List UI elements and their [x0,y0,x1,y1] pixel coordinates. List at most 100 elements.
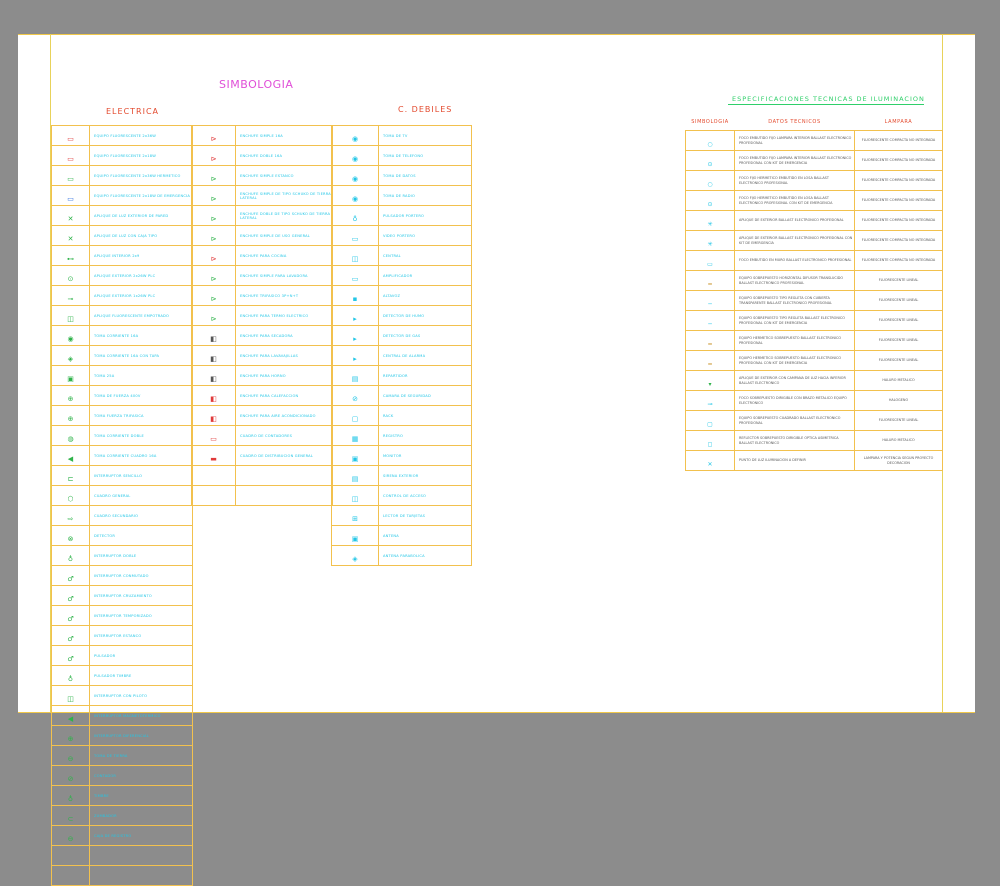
lamp-symbol-icon: ◻ [707,441,713,448]
symbol-cell: ⇨ [51,505,90,526]
spec-symbol-cell: ⊸ [685,390,735,411]
symbol-cell: ⊕ [51,405,90,426]
spec-row: ━ EQUIPO HERMETICO SOBREPUESTO BALLAST EL… [685,330,943,351]
spec-data-cell: EQUIPO SOBREPUESTO TIPO REGLETA CON CUBI… [734,290,855,311]
symbol-cell: ▸ [331,305,379,326]
symbol-icon: ✕ [67,215,74,223]
description-cell: CUADRO SECUNDARIO [89,505,193,526]
lamp-symbol-icon: ━ [708,361,712,368]
symbol-cell: ⊳ [191,225,236,246]
frame-top-line [18,34,975,35]
symbol-cell: ⊂ [51,805,90,826]
spec-symbol-cell: ▢ [685,410,735,431]
symbol-icon: ◧ [210,375,217,383]
description-cell: TOMA DE TV [378,125,472,146]
symbol-cell: ♂ [51,645,90,666]
description-cell: APLIQUE INTERIOR 2x9 [89,245,193,266]
symbol-icon: ◉ [351,175,359,183]
symbol-icon: ◀ [67,455,74,463]
description-cell: ENCHUFE PARA TERMO ELECTRICO [235,305,333,326]
symbol-icon: ⊞ [352,515,358,523]
debiles-row: ◫ CONTROL DE ACCESO [331,485,472,506]
description-cell: REGISTRO [378,425,472,446]
debiles-row: ▸ CENTRAL DE ALARMA [331,345,472,366]
symbol-icon: ♁ [67,675,74,683]
description-cell: SIRENA EXTERIOR [378,465,472,486]
symbol-icon: ◉ [351,135,359,143]
debiles-table: ◉ TOMA DE TV ◉ TOMA DE TELEFONO ◉ TOMA DE DAT… [331,125,472,566]
spec-data-cell: FOCO EMBUTIDO FIJO LAMPARA INTERIOR BALL… [734,150,855,171]
symbol-icon: ⊳ [210,155,217,163]
description-cell [235,465,333,486]
symbol-cell: ◉ [331,165,379,186]
spec-lamp-cell: FLUORESCENTE LINEAL [854,350,943,371]
description-cell: ENCHUFE SIMPLE ESTANCO [235,165,333,186]
symbol-cell: ◀ [51,445,90,466]
spec-data-cell: FOCO FIJO HERMETICO EMBUTIDO EN LOSA BAL… [734,170,855,191]
description-cell: APLIQUE FLUORESCENTE EMPOTRADO [89,305,193,326]
description-cell: CUADRO GENERAL [89,485,193,506]
description-cell: PULSADOR TIMBRE [89,665,193,686]
spec-symbol-cell: ⊙ [685,150,735,171]
description-cell: INTERRUPTOR SENCILLO [89,465,193,486]
electrica-table-1: ▭ EQUIPO FLUORESCENTE 2x36W ▭ EQUIPO FLUORE… [51,125,193,886]
symbol-icon: ◀ [67,715,74,723]
symbol-icon: ◧ [210,355,217,363]
description-cell: TOMA DE DATOS [378,165,472,186]
symbol-cell: ▣ [331,445,379,466]
symbol-icon: ◫ [67,695,74,703]
electrica-row: ♁ TIMBRE [51,785,193,806]
spec-lamp-cell: FLUORESCENTE LINEAL [854,410,943,431]
symbol-cell: ▤ [331,465,379,486]
symbol-icon: ⊏ [67,475,74,483]
symbol-icon: ⊗ [67,535,74,543]
symbol-cell: ◧ [191,385,236,406]
description-cell: ENCHUFE SIMPLE DE TIPO SCHUKO DE TIERRA … [235,185,333,206]
description-cell: INTERRUPTOR CRUZAMIENTO [89,585,193,606]
symbol-cell: ⊖ [51,825,90,846]
symbol-icon: ⊳ [210,315,217,323]
symbol-cell: ◧ [191,405,236,426]
symbol-icon: ⊳ [210,175,217,183]
description-cell [235,485,333,506]
spec-symbol-cell: ─ [685,310,735,331]
symbol-cell: ⊕ [51,385,90,406]
description-cell: DETECTOR [89,525,193,546]
electrica-row: ◈ TOMA CORRIENTE 16A CON TAPA [51,345,193,366]
spec-data-cell: FOCO EMBUTIDO FIJO LAMPARA INTERIOR BALL… [734,130,855,151]
symbol-cell: ⊙ [51,265,90,286]
electrica-row: ⊳ ENCHUFE PARA COCINA [191,245,333,266]
spec-data-cell: EQUIPO HERMETICO SOBREPUESTO BALLAST ELE… [734,330,855,351]
description-cell: ENCHUFE PARA HORNO [235,365,333,386]
spec-row: ▾ APLIQUE DE EXTERIOR CON CAMPANA DE LUZ … [685,370,943,391]
symbol-icon: ⊳ [210,255,217,263]
electrica-row: ◍ TOMA CORRIENTE DOBLE [51,425,193,446]
header-lampara: LAMPARA [884,119,913,125]
description-cell: EQUIPO FLUORESCENTE 2x36W [89,125,193,146]
electrica-row: ◧ ENCHUFE PARA AIRE ACONDICIONADO [191,405,333,426]
electrica-row [191,465,333,486]
debiles-row: ▣ ANTENA [331,525,472,546]
symbol-icon: ▭ [67,155,74,163]
spec-symbol-cell: ─ [685,290,735,311]
symbol-cell: ⬡ [51,485,90,506]
symbol-icon: ◧ [210,335,217,343]
symbol-icon: ⊳ [210,235,217,243]
spec-row: ─ EQUIPO SOBREPUESTO TIPO REGLETA BALLAST… [685,310,943,331]
electrica-row: ⊳ ENCHUFE SIMPLE DE TIPO SCHUKO DE TIERRA… [191,185,333,206]
spec-lamp-cell: FLUORESCENTE COMPACTA NO INTEGRADA [854,190,943,211]
symbol-cell: ◉ [51,325,90,346]
electrica-row: ⊳ ENCHUFE SIMPLE ESTANCO [191,165,333,186]
symbol-cell: ◫ [51,305,90,326]
spec-symbol-cell: ▾ [685,370,735,391]
spec-data-cell: APLIQUE DE EXTERIOR BALLAST ELECTRONICO … [734,210,855,231]
symbol-cell: ▣ [331,525,379,546]
lamp-symbol-icon: ○ [707,141,713,148]
electrica-row: ◉ TOMA CORRIENTE 16A [51,325,193,346]
symbol-icon: ▦ [351,435,359,443]
symbol-cell: ▦ [331,425,379,446]
symbol-cell: ⊷ [51,245,90,266]
electrica-row: ▭ EQUIPO FLUORESCENTE 2x36W [51,125,193,146]
description-cell: TOMA CORRIENTE 16A [89,325,193,346]
header-datos-tecnicos: DATOS TECNICOS [768,119,821,125]
